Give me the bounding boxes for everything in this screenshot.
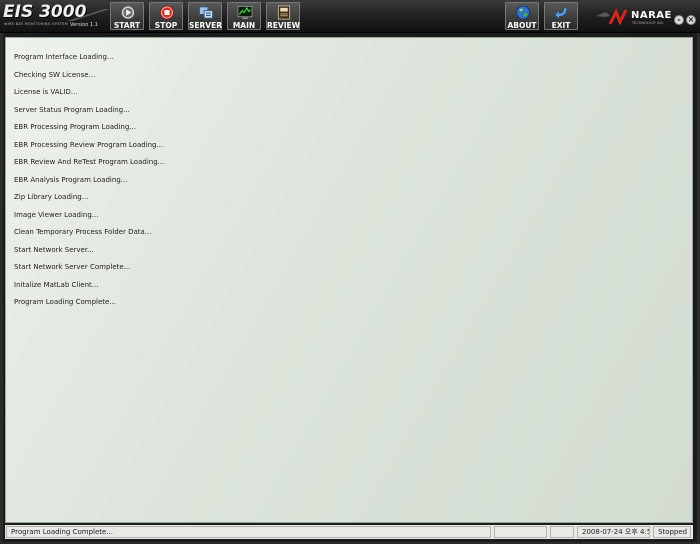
logo-subtitle: WIRE BAT MONITORING SYSTEM xyxy=(4,22,68,26)
log-line: License is VALID... xyxy=(14,88,78,96)
minimize-button[interactable]: - xyxy=(674,15,684,25)
log-line: EBR Processing Review Program Loading... xyxy=(14,141,164,149)
log-line: Start Network Server Complete... xyxy=(14,263,131,271)
narae-logo: NARAE TECHNOLOGY INC. xyxy=(596,6,674,28)
log-line: Program Loading Complete... xyxy=(14,298,117,306)
chart-monitor-icon xyxy=(237,5,253,20)
log-line: Start Network Server... xyxy=(14,246,94,254)
status-datetime: 2008-07-24 오후 4:53 xyxy=(577,526,650,538)
log-line: EBR Processing Program Loading... xyxy=(14,123,136,131)
brand-tagline: TECHNOLOGY INC. xyxy=(632,21,665,25)
globe-icon xyxy=(515,5,531,20)
log-line: Server Status Program Loading... xyxy=(14,106,130,114)
log-line: Program Interface Loading... xyxy=(14,53,114,61)
version-label: Version 1.1 xyxy=(70,22,98,28)
play-icon xyxy=(120,5,136,20)
log-line: EBR Review And ReTest Program Loading... xyxy=(14,158,165,166)
close-button[interactable]: × xyxy=(686,15,696,25)
server-label: SERVER xyxy=(189,21,223,30)
exit-label: EXIT xyxy=(551,21,571,30)
server-button[interactable]: SERVER xyxy=(188,2,222,30)
status-bar: Program Loading Complete... 2008-07-24 오… xyxy=(5,525,693,539)
start-label: START xyxy=(113,21,141,30)
review-button[interactable]: REVIEW xyxy=(266,2,300,30)
status-cell xyxy=(550,526,574,538)
log-line: EBR Analysis Program Loading... xyxy=(14,176,128,184)
brand-name: NARAE xyxy=(631,10,672,21)
logo-swoosh-icon xyxy=(67,9,109,21)
status-message: Program Loading Complete... xyxy=(6,526,491,538)
log-line: Clean Temporary Process Folder Data... xyxy=(14,228,152,236)
start-button[interactable]: START xyxy=(110,2,144,30)
main-button[interactable]: MAIN xyxy=(227,2,261,30)
narae-swoosh-icon xyxy=(596,8,628,26)
exit-button[interactable]: EXIT xyxy=(544,2,578,30)
log-line: Zip Library Loading... xyxy=(14,193,89,201)
main-label: MAIN xyxy=(232,21,256,30)
toolbar: EIS 3000 WIRE BAT MONITORING SYSTEM Vers… xyxy=(0,0,700,33)
log-line: Image Viewer Loading... xyxy=(14,211,99,219)
review-book-icon xyxy=(277,5,291,20)
app-logo: EIS 3000 WIRE BAT MONITORING SYSTEM Vers… xyxy=(3,3,109,29)
exit-arrow-icon xyxy=(554,7,567,20)
server-icon xyxy=(198,6,214,19)
log-line: Checking SW License... xyxy=(14,71,96,79)
log-line: Initalize MatLab Client... xyxy=(14,281,99,289)
review-label: REVIEW xyxy=(267,21,300,30)
stop-button[interactable]: STOP xyxy=(149,2,183,30)
log-panel: Program Interface Loading... Checking SW… xyxy=(5,37,693,523)
stop-label: STOP xyxy=(154,21,178,30)
status-cell xyxy=(494,526,547,538)
stop-icon xyxy=(159,5,175,20)
about-label: ABOUT xyxy=(507,21,537,30)
status-state: Stopped xyxy=(653,526,691,538)
about-button[interactable]: ABOUT xyxy=(505,2,539,30)
